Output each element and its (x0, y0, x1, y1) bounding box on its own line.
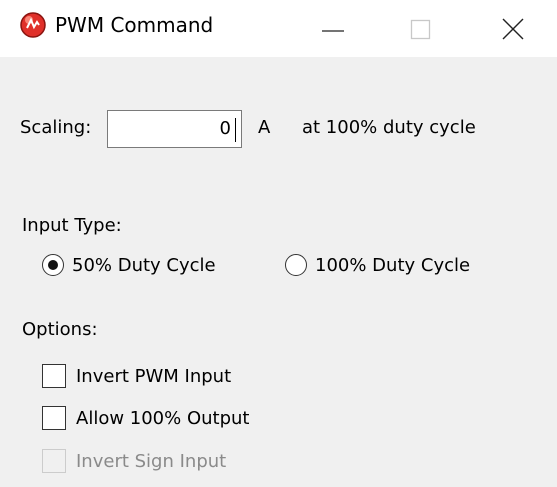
scaling-value: 0 (219, 118, 231, 139)
radio-button-selected[interactable] (42, 254, 64, 276)
close-button[interactable] (485, 0, 541, 57)
checkbox-allow-100-output[interactable]: Allow 100% Output (42, 404, 249, 432)
checkbox-box-disabled (42, 449, 66, 473)
radio-button-unselected[interactable] (285, 254, 307, 276)
checkbox-invert-sign-label: Invert Sign Input (76, 450, 227, 472)
text-caret (235, 118, 236, 142)
radio-50-label: 50% Duty Cycle (72, 254, 216, 276)
title-bar[interactable]: PWM Command (0, 0, 557, 57)
window-title: PWM Command (55, 13, 214, 37)
scaling-input[interactable]: 0 (107, 110, 242, 148)
maximize-button[interactable] (393, 0, 449, 57)
pwm-command-window: PWM Command Scaling: 0 A at 100% duty cy… (0, 0, 557, 487)
close-icon (502, 18, 524, 40)
maximize-icon (410, 19, 431, 40)
radio-50-duty-cycle[interactable]: 50% Duty Cycle (42, 251, 216, 279)
checkbox-invert-pwm-label: Invert PWM Input (76, 365, 232, 387)
minimize-button[interactable] (305, 0, 361, 57)
checkbox-invert-sign-input: Invert Sign Input (42, 447, 226, 475)
checkbox-invert-pwm-input[interactable]: Invert PWM Input (42, 362, 231, 390)
checkbox-allow-100-label: Allow 100% Output (76, 407, 250, 429)
dialog-body: Scaling: 0 A at 100% duty cycle Input Ty… (0, 57, 557, 487)
scaling-note: at 100% duty cycle (302, 117, 476, 138)
scaling-unit: A (258, 117, 271, 138)
input-type-label: Input Type: (22, 215, 122, 236)
checkbox-box[interactable] (42, 406, 66, 430)
minimize-icon (322, 30, 344, 32)
pwm-app-icon (20, 12, 46, 38)
options-label: Options: (22, 319, 98, 340)
radio-100-duty-cycle[interactable]: 100% Duty Cycle (285, 251, 470, 279)
checkbox-box[interactable] (42, 364, 66, 388)
radio-100-label: 100% Duty Cycle (315, 254, 471, 276)
scaling-label: Scaling: (20, 117, 92, 138)
